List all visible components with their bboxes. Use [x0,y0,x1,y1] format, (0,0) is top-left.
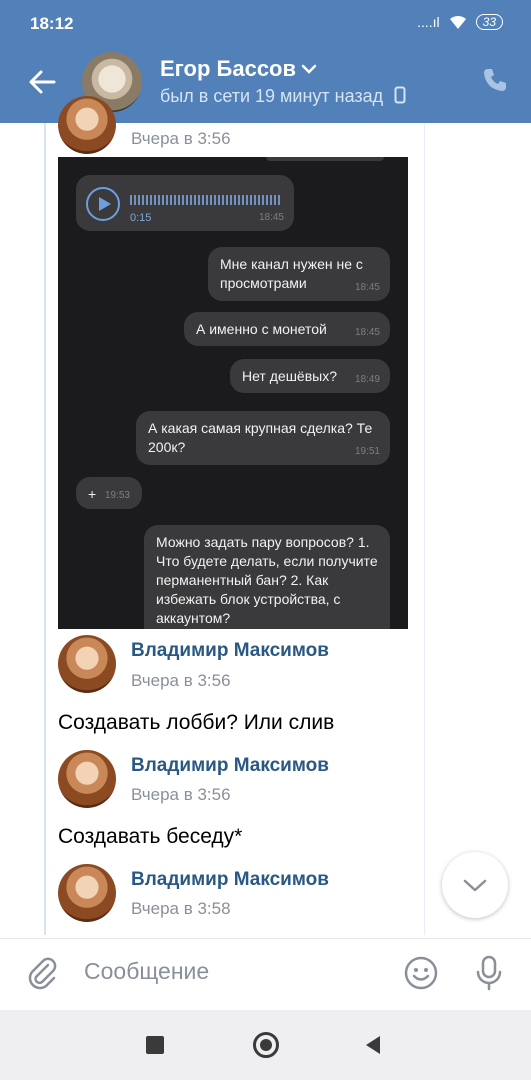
recents-icon[interactable] [146,1036,164,1054]
home-icon[interactable] [253,1032,279,1058]
waveform [130,195,280,205]
bubble-text: + [88,486,97,502]
screenshot-bubble: А какая самая крупная сделка? Те 200к? 1… [136,411,390,465]
cropped-bubble [266,157,384,161]
status-icons: ....ıl 33 [417,14,503,30]
message-text: Создавать беседу* [58,825,243,848]
contact-name[interactable]: Егор Бассов [160,56,296,82]
bubble-text: А какая самая крупная сделка? Те 200к? [148,420,373,455]
message-avatar[interactable] [58,750,116,808]
bubble-text: А именно с монетой [196,321,327,337]
bubble-text: Мне канал нужен не с просмотрами [220,256,363,291]
signal-icon: ....ıl [417,14,440,30]
chevron-down-icon [463,879,487,892]
message-author[interactable]: Владимир Максимов [131,755,329,777]
message-avatar[interactable] [58,96,116,154]
microphone-icon[interactable] [473,954,505,992]
battery-icon: 33 [475,14,503,30]
forward-quote-line [44,123,46,935]
mobile-icon [394,86,406,104]
screenshot-bubble: А именно с монетой 18:45 [184,312,390,346]
message-author[interactable]: Владимир Максимов [131,869,329,891]
message-avatar[interactable] [58,864,116,922]
screenshot-bubble: Можно задать пару вопросов? 1. Что будет… [144,525,390,629]
voice-message[interactable]: 0:15 18:45 [76,175,294,231]
bubble-time: 18:45 [354,327,380,338]
last-seen-text: был в сети 19 минут назад [160,86,384,106]
message-author[interactable]: Владимир Максимов [131,640,329,662]
message-avatar[interactable] [58,635,116,693]
bubble-text: Нет дешёвых? [242,368,337,384]
contact-status: был в сети 19 минут назад [160,86,406,107]
message-time: Вчера в 3:58 [131,899,231,918]
bubble-time: 19:53 [104,490,130,501]
wifi-icon [449,15,466,29]
bubble-time: 19:51 [354,446,380,457]
bubble-time: 18:45 [354,282,380,293]
phone-icon[interactable] [481,66,509,94]
message-time: Вчера в 3:56 [131,671,231,690]
chevron-down-icon[interactable] [300,62,318,76]
bubble-time: 18:49 [354,374,380,385]
screenshot-bubble: Нет дешёвых? 18:49 [230,359,390,393]
message-text: Создавать лобби? Или слив [58,711,335,734]
message-input[interactable]: Сообщение [84,958,209,985]
message-time: Вчера в 3:56 [131,129,231,148]
screenshot-bubble: Мне канал нужен не с просмотрами 18:45 [208,247,390,301]
play-icon[interactable] [86,187,120,221]
voice-time: 18:45 [258,212,284,223]
message-composer [0,938,531,1011]
bubble-text: Можно задать пару вопросов? 1. Что будет… [156,534,378,626]
scroll-down-button[interactable] [442,852,508,918]
voice-duration: 0:15 [130,212,152,224]
status-time: 18:12 [30,14,74,33]
back-arrow-icon[interactable] [24,64,60,100]
forward-quote-border [424,123,425,935]
attached-screenshot[interactable]: 0:15 18:45 Мне канал нужен не с просмотр… [58,157,408,629]
emoji-icon[interactable] [403,955,439,991]
back-triangle-icon[interactable] [362,1034,384,1056]
message-time: Вчера в 3:56 [131,785,231,804]
screenshot-bubble: + 19:53 [76,477,142,509]
paperclip-icon[interactable] [24,955,60,991]
